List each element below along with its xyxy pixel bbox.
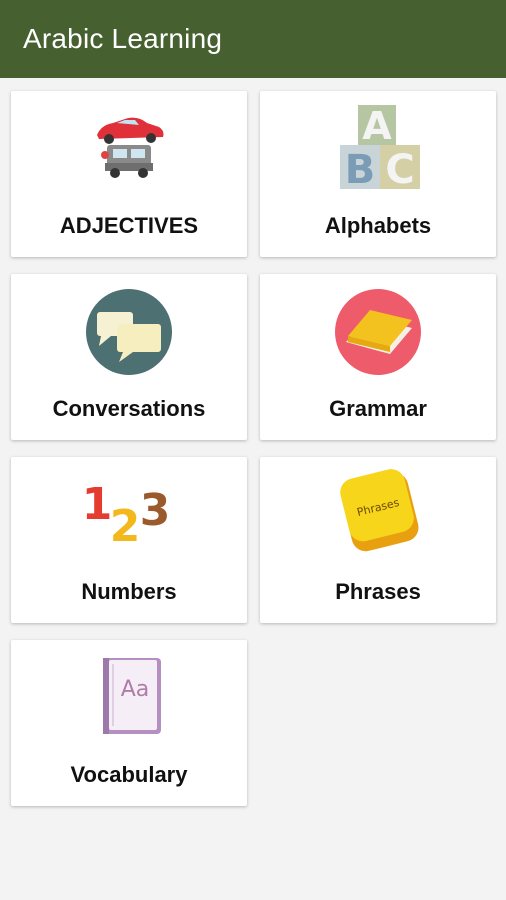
svg-text:1: 1: [82, 479, 113, 530]
abc-blocks-icon: A B C: [328, 101, 428, 197]
category-card-grammar[interactable]: Grammar: [260, 274, 496, 440]
svg-text:2: 2: [110, 501, 141, 552]
category-card-alphabets[interactable]: A B C Alphabets: [260, 91, 496, 257]
app-bar: Arabic Learning: [0, 0, 506, 78]
vocabulary-notebook-icon: Aa: [79, 650, 179, 746]
phrases-button-icon: Phrases: [328, 467, 428, 563]
category-card-numbers[interactable]: 1 2 3 Numbers: [11, 457, 247, 623]
category-card-phrases[interactable]: Phrases Phrases: [260, 457, 496, 623]
cars-icon: [79, 101, 179, 197]
svg-text:A: A: [362, 104, 392, 148]
category-card-conversations[interactable]: Conversations: [11, 274, 247, 440]
book-icon: [328, 284, 428, 380]
category-label: Vocabulary: [70, 762, 188, 787]
category-label: Grammar: [329, 396, 427, 421]
svg-text:Aa: Aa: [121, 677, 150, 702]
category-card-vocabulary[interactable]: Aa Vocabulary: [11, 640, 247, 806]
category-label: ADJECTIVES: [59, 213, 199, 238]
category-card-adjectives[interactable]: ADJECTIVES: [11, 91, 247, 257]
app-title: Arabic Learning: [23, 23, 223, 54]
svg-text:B: B: [345, 147, 376, 193]
category-label: Phrases: [335, 579, 421, 604]
category-label: Alphabets: [324, 213, 432, 238]
category-label: Conversations: [52, 396, 206, 421]
category-label: Numbers: [81, 579, 177, 604]
svg-text:3: 3: [140, 485, 171, 536]
svg-text:C: C: [385, 147, 414, 193]
chat-bubbles-icon: [79, 284, 179, 380]
numbers-123-icon: 1 2 3: [79, 467, 179, 563]
